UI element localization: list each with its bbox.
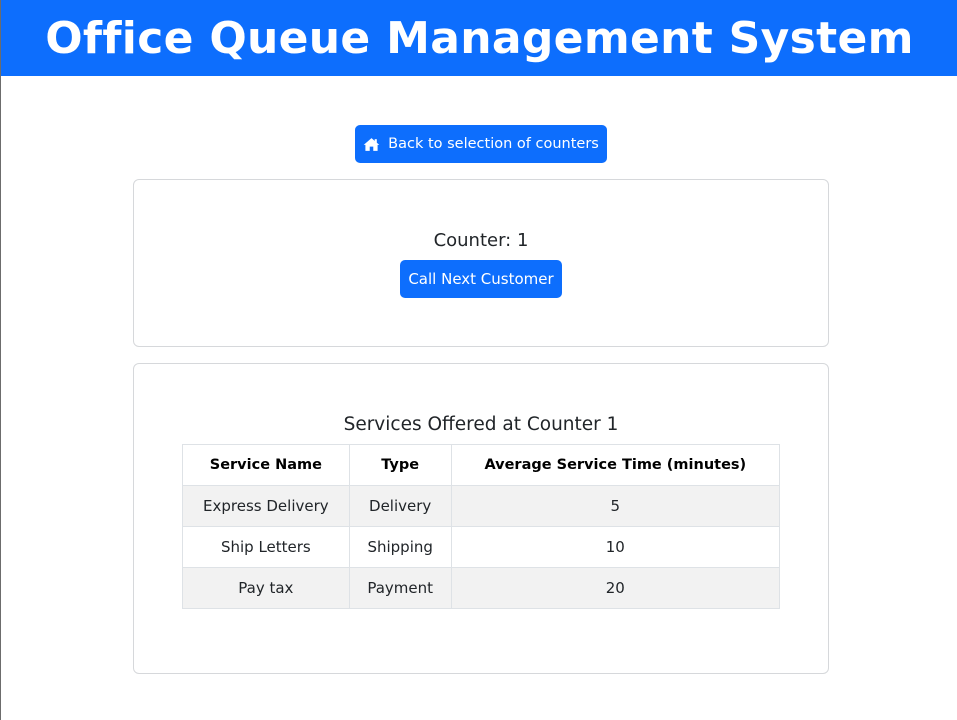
cell-service-name: Pay tax <box>182 567 350 609</box>
table-header-row: Service Name Type Average Service Time (… <box>182 444 781 486</box>
column-header-type: Type <box>348 444 452 486</box>
back-button-label: Back to selection of counters <box>388 136 599 152</box>
cell-average-time: 5 <box>450 485 781 527</box>
services-card: Services Offered at Counter 1 Service Na… <box>133 363 829 674</box>
cell-type: Delivery <box>348 485 452 527</box>
table-row: Ship Letters Shipping 10 <box>182 526 781 568</box>
counter-title: Counter: 1 <box>433 230 529 251</box>
call-next-customer-button[interactable]: Call Next Customer <box>400 260 562 298</box>
cell-service-name: Express Delivery <box>182 485 350 527</box>
page-title: Office Queue Management System <box>45 12 914 64</box>
table-row: Express Delivery Delivery 5 <box>182 485 781 527</box>
table-row: Pay tax Payment 20 <box>182 567 781 609</box>
home-icon <box>363 137 380 151</box>
cell-average-time: 20 <box>450 567 781 609</box>
counter-card: Counter: 1 Call Next Customer <box>133 179 829 347</box>
services-title: Services Offered at Counter 1 <box>343 414 619 435</box>
cell-type: Payment <box>348 567 452 609</box>
cell-service-name: Ship Letters <box>182 526 350 568</box>
back-to-counters-button[interactable]: Back to selection of counters <box>355 125 607 163</box>
services-table: Service Name Type Average Service Time (… <box>182 444 781 609</box>
cell-type: Shipping <box>348 526 452 568</box>
cell-average-time: 10 <box>450 526 781 568</box>
column-header-average-time: Average Service Time (minutes) <box>450 444 781 486</box>
column-header-service-name: Service Name <box>182 444 350 486</box>
app-header: Office Queue Management System <box>1 0 957 76</box>
